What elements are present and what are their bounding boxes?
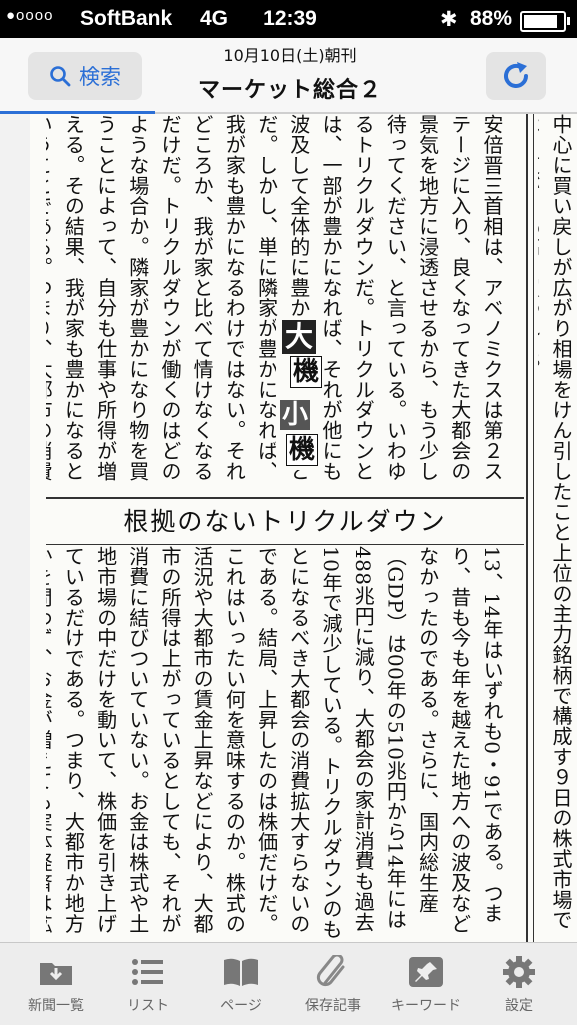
- battery-icon: [520, 11, 570, 32]
- battery-percent: 88%: [470, 7, 513, 30]
- signal-strength: ●oooo: [6, 7, 54, 24]
- edition-date: 10月10日(土)朝刊: [223, 46, 357, 65]
- page-title: マーケット総合２: [197, 78, 382, 103]
- headline-rule-bottom: [46, 544, 524, 545]
- battery-level: [524, 15, 558, 28]
- app-header: 検索 10月10日(土)朝刊 マーケット総合２: [0, 38, 577, 114]
- tab-label: リスト: [127, 998, 169, 1014]
- column-logo-char: 大: [282, 320, 316, 354]
- tab-keyword[interactable]: キーワード: [378, 955, 474, 1015]
- list-icon: [132, 959, 163, 985]
- tab-settings[interactable]: 設定: [471, 955, 567, 1015]
- newspaper-page[interactable]: 安倍晋三首相は、アベノミクスは第２ステージに入り、良くなってきた大都会の景気を地…: [30, 114, 577, 942]
- column-logo: 大 機 小 機: [276, 318, 322, 470]
- column-logo-char: 機: [286, 434, 318, 466]
- column-divider: [533, 114, 534, 942]
- search-button-label: 検索: [79, 65, 121, 89]
- network-type: 4G: [200, 7, 229, 30]
- status-bar: ●oooo SoftBank 4G 12:39 ✱ 88%: [0, 0, 577, 38]
- download-folder-icon: [40, 963, 72, 985]
- tab-label: 保存記事: [305, 998, 361, 1014]
- carrier-name: SoftBank: [80, 7, 173, 30]
- tab-newspaper-list[interactable]: 新聞一覧: [8, 955, 104, 1015]
- refresh-button[interactable]: [486, 52, 546, 100]
- headline-rule-top: [46, 497, 524, 499]
- paperclip-icon: [316, 955, 345, 987]
- clock: 12:39: [263, 7, 317, 30]
- column-divider: [526, 114, 528, 942]
- search-button[interactable]: 検索: [28, 52, 142, 100]
- search-icon: [50, 66, 71, 87]
- tab-bar: 新聞一覧 リスト ページ 保存記事 キーワード 設定: [0, 942, 577, 1025]
- gear-icon: [503, 956, 535, 988]
- tab-label: キーワード: [391, 998, 461, 1014]
- tab-page[interactable]: ページ: [193, 955, 289, 1015]
- article-headline: 根拠のないトリクルダウン: [123, 507, 447, 536]
- tab-label: ページ: [220, 998, 262, 1014]
- article-body-bottom: 13、14年はいずれも0・91である。つまり、昔も今も年を越えた地方への波及など…: [46, 546, 504, 940]
- tab-label: 新聞一覧: [28, 998, 84, 1014]
- column-logo-char: 機: [290, 356, 322, 388]
- tab-list[interactable]: リスト: [100, 955, 196, 1015]
- tab-label: 設定: [505, 998, 533, 1014]
- adjacent-article-text: 中心に買い戻しが広がり相場をけん引したこと上位の主力銘柄で構成す９日の株式市場で…: [538, 114, 573, 930]
- pin-icon: [409, 957, 443, 987]
- tab-saved-articles[interactable]: 保存記事: [285, 955, 381, 1015]
- column-logo-char: 小: [280, 400, 310, 430]
- bluetooth-icon: ✱: [440, 8, 458, 31]
- refresh-icon: [504, 62, 528, 88]
- book-icon: [224, 958, 258, 986]
